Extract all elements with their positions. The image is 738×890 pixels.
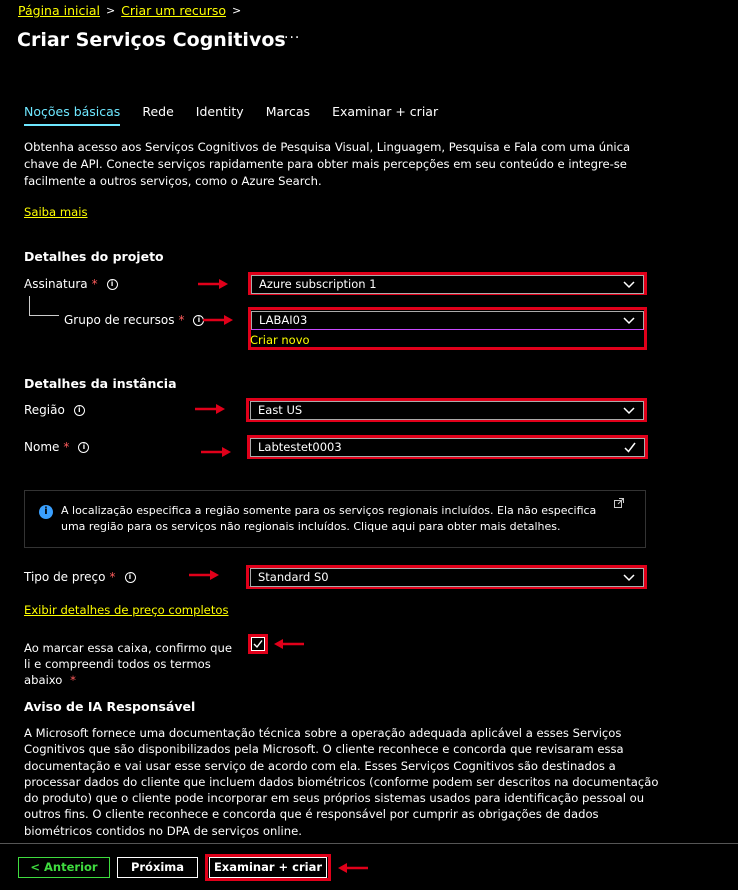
name-label: Nome * i: [24, 440, 90, 454]
required-mark: *: [91, 277, 98, 291]
subscription-dropdown[interactable]: Azure subscription 1: [251, 275, 644, 294]
resource-group-dropdown[interactable]: LABAI03: [251, 311, 644, 330]
learn-more-link[interactable]: Saiba mais: [24, 205, 88, 219]
info-icon[interactable]: i: [78, 441, 90, 453]
chevron-right-icon: >: [105, 4, 116, 17]
subscription-label: Assinatura * i: [24, 277, 118, 291]
terms-checkbox[interactable]: [251, 637, 265, 651]
tree-connector: [29, 296, 30, 316]
breadcrumb-create-link[interactable]: Criar um recurso: [121, 3, 226, 18]
review-create-button[interactable]: Examinar + criar: [209, 857, 327, 878]
pricing-tier-label: Tipo de preço * i: [24, 570, 136, 584]
tab-basics[interactable]: Noções básicas: [24, 104, 121, 126]
info-icon[interactable]: i: [124, 571, 136, 583]
tab-review-create[interactable]: Examinar + criar: [332, 104, 438, 126]
create-new-link[interactable]: Criar novo: [250, 333, 310, 347]
required-mark: *: [63, 440, 70, 454]
red-arrow-icon: [338, 863, 368, 873]
info-icon[interactable]: i: [73, 404, 85, 416]
name-input[interactable]: Labtestet0003: [250, 438, 645, 457]
project-details-heading: Detalhes do projeto: [24, 249, 164, 264]
red-arrow-icon: [274, 639, 304, 649]
tree-connector: [29, 315, 59, 316]
pricing-tier-dropdown[interactable]: Standard S0: [250, 568, 644, 587]
checkmark-icon: [253, 640, 263, 649]
red-arrow-icon: [189, 570, 219, 580]
page-title: Criar Serviços Cognitivos: [17, 29, 286, 51]
chevron-right-icon: >: [232, 4, 242, 17]
ai-notice-text: A Microsoft fornece uma documentação téc…: [24, 726, 659, 838]
required-mark: *: [109, 570, 116, 584]
next-button[interactable]: Próxima: [117, 857, 198, 878]
tab-network[interactable]: Rede: [142, 104, 173, 126]
red-arrow-icon: [201, 447, 231, 457]
checkmark-icon: [624, 442, 636, 453]
red-arrow-icon: [203, 315, 233, 325]
resource-group-label: Grupo de recursos * i: [64, 313, 205, 327]
previous-button[interactable]: < Anterior: [18, 857, 110, 878]
region-dropdown[interactable]: East US: [250, 401, 644, 420]
required-mark: *: [178, 313, 185, 327]
chevron-down-icon: [623, 281, 635, 289]
info-icon[interactable]: i: [106, 278, 118, 290]
chevron-down-icon: [623, 317, 635, 325]
instance-details-heading: Detalhes da instância: [24, 376, 177, 391]
description-text: Obtenha acesso aos Serviços Cognitivos d…: [24, 140, 631, 188]
breadcrumb: Página inicial > Criar um recurso >: [18, 3, 241, 18]
chevron-down-icon: [623, 407, 635, 415]
tab-bar: Noções básicas Rede Identity Marcas Exam…: [24, 104, 460, 126]
footer-divider: [0, 843, 738, 844]
terms-label: Ao marcar essa caixa, confirmo que li e …: [24, 641, 232, 687]
red-arrow-icon: [198, 279, 228, 289]
tab-tags[interactable]: Marcas: [266, 104, 310, 126]
ai-notice-heading: Aviso de IA Responsável: [24, 699, 196, 714]
more-options-icon[interactable]: ···: [284, 30, 300, 46]
tab-identity[interactable]: Identity: [196, 104, 244, 126]
external-link-icon: [614, 498, 624, 508]
info-icon: i: [39, 505, 53, 519]
footer-bar: [0, 838, 738, 890]
region-label: Região i: [24, 403, 85, 417]
breadcrumb-home-link[interactable]: Página inicial: [18, 3, 100, 18]
location-info-text: A localização especifica a região soment…: [61, 504, 597, 533]
required-mark: *: [70, 673, 76, 687]
pricing-details-link[interactable]: Exibir detalhes de preço completos: [24, 603, 229, 617]
red-arrow-icon: [195, 404, 225, 414]
chevron-down-icon: [623, 574, 635, 582]
